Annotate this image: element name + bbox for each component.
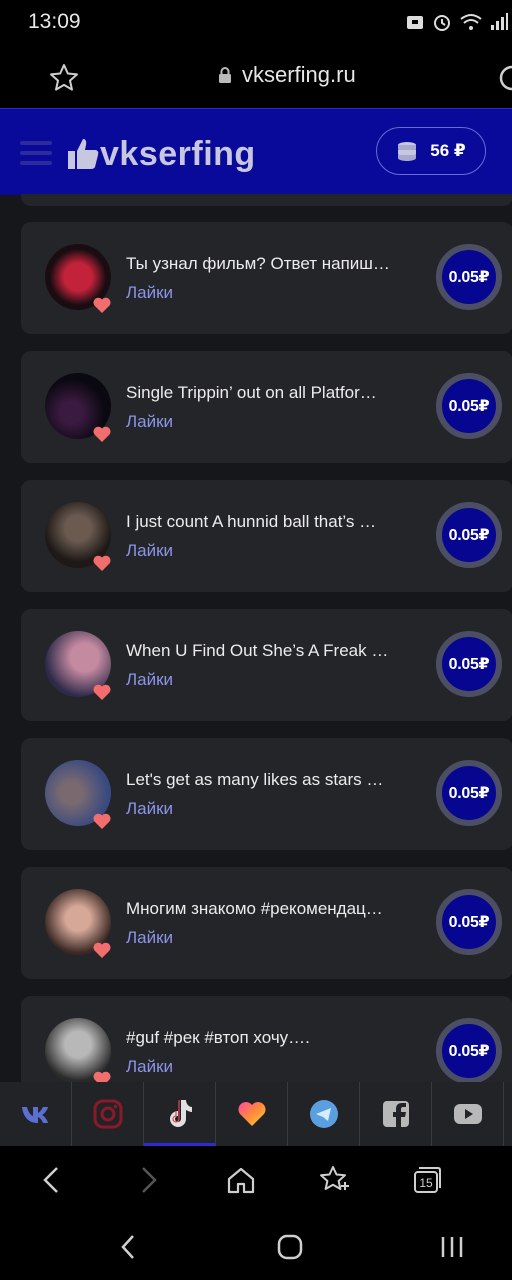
vk-icon <box>21 1107 48 1123</box>
heart-icon <box>93 426 111 442</box>
instagram-icon <box>93 1099 122 1129</box>
price-text: 0.05₽ <box>448 398 490 415</box>
logo-text: vkserfing <box>100 134 256 173</box>
forward-arrow-icon[interactable] <box>132 1164 164 1196</box>
task-title: #guf #рек #втоп хочу…. <box>126 1028 310 1047</box>
price-text: 0.05₽ <box>448 527 490 544</box>
site-logo[interactable]: vkserfing <box>66 129 256 179</box>
task-type: Лайки <box>126 928 174 947</box>
task-card-partial <box>21 194 512 206</box>
price-button[interactable]: 0.05₽ <box>436 373 502 439</box>
task-title: Многим знакомо #рекомендац… <box>126 899 383 918</box>
wifi-icon <box>460 14 482 30</box>
browser-toolbar: 15 <box>0 1146 512 1214</box>
heart-icon <box>93 1071 111 1082</box>
price-button[interactable]: 0.05₽ <box>436 889 502 955</box>
price-text: 0.05₽ <box>448 785 490 802</box>
price-button[interactable]: 0.05₽ <box>436 244 502 310</box>
url-text: vkserfing.ru <box>242 62 356 87</box>
heart-icon <box>93 813 111 829</box>
tab-instagram[interactable] <box>72 1082 144 1146</box>
coins-icon <box>398 142 417 161</box>
heart-icon <box>93 555 111 571</box>
price-text: 0.05₽ <box>448 1043 490 1060</box>
price-text: 0.05₽ <box>448 269 490 286</box>
tiktok-icon <box>169 1099 192 1127</box>
balance-button[interactable]: 56 ₽ <box>376 127 486 175</box>
system-recents-icon[interactable] <box>437 1232 467 1262</box>
status-icons <box>406 12 508 32</box>
task-type: Лайки <box>126 799 174 818</box>
facebook-icon <box>382 1101 409 1128</box>
system-home-icon[interactable] <box>275 1232 305 1262</box>
task-card[interactable]: Single Trippin’ out on all Platfor… Лайк… <box>21 351 512 463</box>
task-card[interactable]: Let's get as many likes as stars … Лайки… <box>21 738 512 850</box>
price-button[interactable]: 0.05₽ <box>436 502 502 568</box>
task-card[interactable]: Ты узнал фильм? Ответ напиш… Лайки 0.05₽ <box>21 222 512 334</box>
reload-icon[interactable] <box>497 63 512 93</box>
price-button[interactable]: 0.05₽ <box>436 631 502 697</box>
alarm-icon <box>434 15 450 31</box>
task-type: Лайки <box>126 283 174 302</box>
task-card[interactable]: I just count A hunnid ball that’s … Лайк… <box>21 480 512 592</box>
url-field[interactable]: vkserfing.ru <box>218 62 356 88</box>
thumbs-up-icon <box>68 139 99 169</box>
tab-facebook[interactable] <box>360 1082 432 1146</box>
task-title: I just count A hunnid ball that’s … <box>126 512 377 531</box>
tab-tiktok[interactable] <box>144 1082 216 1146</box>
task-list: Ты узнал фильм? Ответ напиш… Лайки 0.05₽… <box>0 194 512 1082</box>
status-time: 13:09 <box>28 10 81 33</box>
telegram-icon <box>309 1100 338 1128</box>
price-button[interactable]: 0.05₽ <box>436 760 502 826</box>
tab-vk[interactable] <box>0 1082 72 1146</box>
heart-icon <box>93 297 111 313</box>
heart-gradient-icon <box>238 1102 265 1126</box>
home-icon[interactable] <box>225 1164 257 1196</box>
task-title: When U Find Out She’s A Freak … <box>126 641 389 660</box>
task-type: Лайки <box>126 541 174 560</box>
task-type: Лайки <box>126 412 174 431</box>
status-bar: 13:09 <box>0 0 512 44</box>
heart-icon <box>93 684 111 700</box>
android-nav-bar <box>0 1214 512 1280</box>
system-back-icon[interactable] <box>114 1232 144 1262</box>
task-card[interactable]: #guf #рек #втоп хочу…. Лайки 0.05₽ <box>21 996 512 1082</box>
task-title: Let's get as many likes as stars … <box>126 770 384 789</box>
tab-likee[interactable] <box>216 1082 288 1146</box>
browser-address-bar: vkserfing.ru <box>0 44 512 108</box>
hamburger-menu-button[interactable] <box>20 141 52 165</box>
price-text: 0.05₽ <box>448 914 490 931</box>
task-title: Ты узнал фильм? Ответ напиш… <box>126 254 390 273</box>
task-type: Лайки <box>126 1057 174 1076</box>
task-card[interactable]: Многим знакомо #рекомендац… Лайки 0.05₽ <box>21 867 512 979</box>
lock-icon <box>219 67 231 83</box>
balance-text: 56 ₽ <box>430 141 466 160</box>
bookmarks-icon[interactable] <box>319 1164 351 1196</box>
back-arrow-icon[interactable] <box>36 1164 68 1196</box>
task-title: Single Trippin’ out on all Platfor… <box>126 383 377 402</box>
price-button[interactable]: 0.05₽ <box>436 1018 502 1082</box>
bookmark-star-icon[interactable] <box>48 62 80 94</box>
price-text: 0.05₽ <box>448 656 490 673</box>
tab-youtube[interactable] <box>432 1082 504 1146</box>
task-type: Лайки <box>126 670 174 689</box>
tab-count: 15 <box>419 1176 433 1190</box>
youtube-icon <box>453 1104 482 1124</box>
task-card[interactable]: When U Find Out She’s A Freak … Лайки 0.… <box>21 609 512 721</box>
heart-icon <box>93 942 111 958</box>
tab-telegram[interactable] <box>288 1082 360 1146</box>
notification-icon <box>407 16 423 29</box>
signal-icon <box>491 13 508 30</box>
social-tab-bar <box>0 1082 512 1146</box>
tabs-button[interactable]: 15 <box>411 1164 443 1196</box>
